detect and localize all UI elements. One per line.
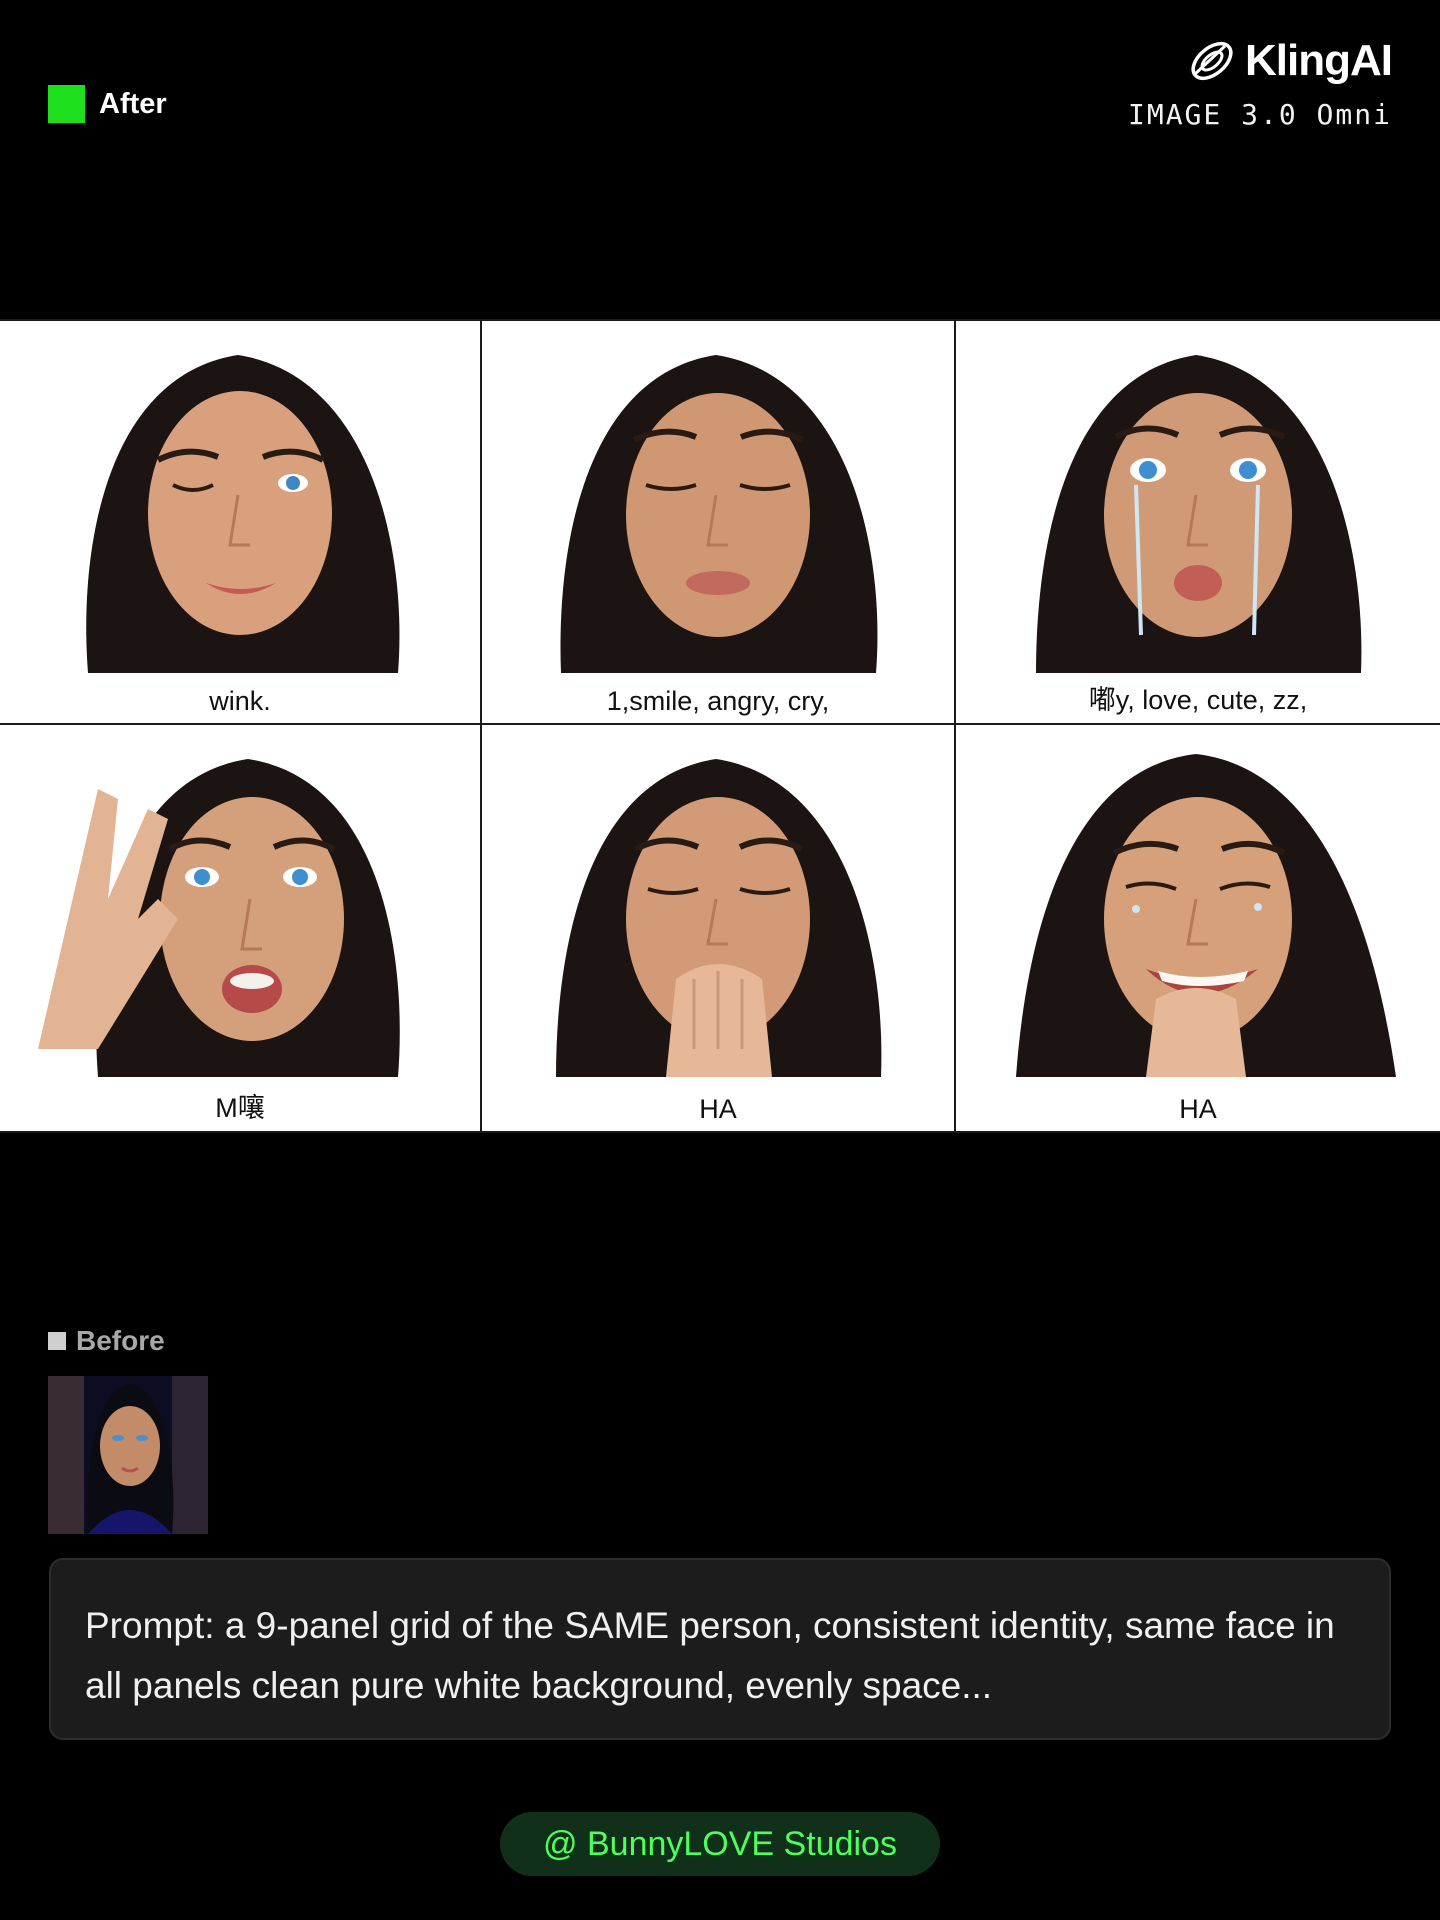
grid-panel[interactable]: HA — [956, 725, 1440, 1133]
after-tag: After — [48, 85, 167, 123]
brand-subtitle: IMAGE 3.0 Omni — [1127, 98, 1392, 131]
kling-logo-icon — [1191, 41, 1233, 81]
portrait-image — [1016, 754, 1396, 1077]
after-indicator-square — [48, 85, 85, 123]
before-indicator-square — [48, 1332, 66, 1350]
panel-caption: wink. — [209, 686, 271, 716]
brand-name: KlingAI — [1245, 36, 1393, 85]
panel-caption: 嘟y, love, cute, zz, — [1088, 685, 1308, 715]
portrait-image — [86, 355, 400, 673]
grid-panel[interactable]: 1,smile, angry, cry, — [482, 319, 956, 725]
panel-caption: M嚷 — [215, 1093, 265, 1123]
before-label: Before — [76, 1325, 165, 1356]
expression-grid: wink. 1,smile, angry, cry, 嘟y, love, cut… — [0, 319, 1440, 1133]
before-thumbnail[interactable] — [48, 1376, 208, 1534]
panel-caption: 1,smile, angry, cry, — [606, 686, 830, 716]
portrait-image — [1036, 355, 1362, 673]
before-portrait-image — [48, 1376, 208, 1534]
grid-panel[interactable]: 嘟y, love, cute, zz, — [956, 319, 1440, 725]
brand-header: KlingAI IMAGE 3.0 Omni — [1127, 34, 1393, 131]
after-label: After — [99, 87, 167, 120]
prompt-text: Prompt: a 9-panel grid of the SAME perso… — [85, 1605, 1335, 1706]
grid-panel[interactable]: M嚷 — [0, 725, 482, 1133]
portrait-image — [556, 759, 882, 1077]
credit-badge: @ BunnyLOVE Studios — [500, 1812, 940, 1876]
grid-panel[interactable]: wink. — [0, 319, 482, 725]
before-tag: Before — [48, 1325, 165, 1357]
panel-caption: HA — [1179, 1094, 1217, 1124]
prompt-box: Prompt: a 9-panel grid of the SAME perso… — [49, 1558, 1391, 1740]
portrait-image — [38, 759, 400, 1077]
panel-caption: HA — [699, 1094, 737, 1124]
grid-panel[interactable]: HA — [482, 725, 956, 1133]
portrait-image — [560, 355, 878, 673]
